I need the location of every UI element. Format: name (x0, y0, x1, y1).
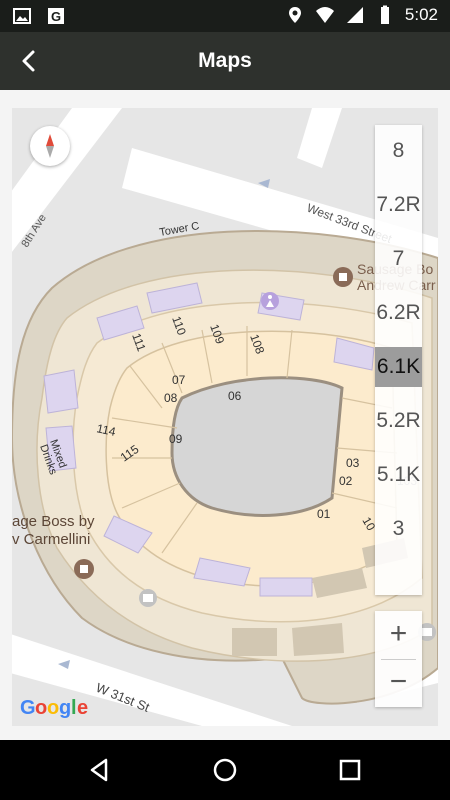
status-time: 5:02 (404, 5, 438, 24)
svg-text:o: o (35, 697, 47, 719)
signal-icon (346, 7, 363, 23)
level-3[interactable]: 3 (375, 509, 422, 549)
status-bar: G 5:02 (0, 0, 450, 32)
svg-text:l: l (71, 697, 77, 719)
svg-text:o: o (47, 697, 59, 719)
svg-text:e: e (77, 697, 88, 719)
level-8[interactable]: 8 (375, 131, 422, 171)
image-icon (13, 8, 31, 24)
location-icon (288, 7, 301, 23)
battery-icon (380, 5, 389, 24)
restaurant-icon-right-glyph (339, 273, 347, 281)
svg-text:G: G (51, 9, 61, 24)
compass-icon (46, 134, 54, 158)
system-nav-bar (0, 740, 450, 800)
section-01[interactable]: 01 (317, 507, 331, 521)
poi-label-left-1[interactable]: age Boss by (12, 513, 95, 530)
level-5-1k[interactable]: 5.1K (375, 455, 422, 495)
section-02[interactable]: 02 (339, 474, 353, 488)
indoor-map[interactable]: 8th Ave West 33rd Street W 31st St Tower… (12, 108, 438, 726)
zoom-control: + − (375, 611, 422, 707)
home-circle-icon[interactable] (209, 754, 241, 786)
recents-square-icon[interactable] (334, 754, 366, 786)
zoom-in-button[interactable]: + (375, 611, 422, 659)
svg-text:G: G (20, 697, 36, 719)
section-08[interactable]: 08 (164, 391, 178, 405)
zoom-out-button[interactable]: − (375, 659, 422, 707)
svg-text:g: g (59, 697, 71, 719)
section-06[interactable]: 06 (228, 389, 242, 403)
restaurant-icon-left-glyph (80, 565, 88, 573)
section-03[interactable]: 03 (346, 456, 360, 470)
level-7-2r[interactable]: 7.2R (375, 185, 422, 225)
level-7[interactable]: 7 (375, 239, 422, 279)
page-title: Maps (198, 49, 252, 72)
level-6-1k[interactable]: 6.1K (375, 347, 422, 387)
content-area: 8th Ave West 33rd Street W 31st St Tower… (0, 90, 450, 740)
section-07[interactable]: 07 (172, 373, 186, 387)
poi-label-left-2[interactable]: v Carmellini (12, 531, 90, 548)
level-6-2r[interactable]: 6.2R (375, 293, 422, 333)
g-notification-icon: G (48, 8, 64, 24)
back-triangle-icon[interactable] (84, 754, 116, 786)
level-picker: 8 7.2R 7 6.2R 6.1K 5.2R 5.1K 3 (375, 125, 422, 595)
wifi-icon (315, 7, 334, 23)
google-logo: G o o g l e (20, 697, 88, 719)
compass-button[interactable] (30, 126, 70, 166)
section-09[interactable]: 09 (169, 432, 183, 446)
app-bar: Maps (0, 32, 450, 90)
level-5-2r[interactable]: 5.2R (375, 401, 422, 441)
